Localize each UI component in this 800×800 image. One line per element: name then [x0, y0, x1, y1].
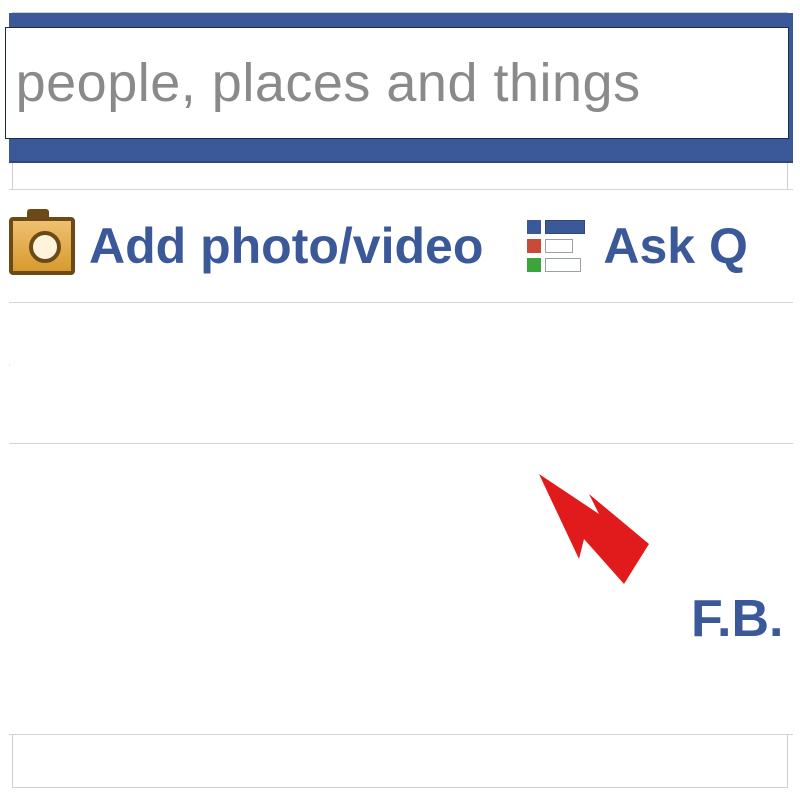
composer-footer: F.B. [9, 444, 793, 735]
status-input[interactable]: d? [9, 303, 793, 444]
search-box[interactable] [5, 27, 789, 139]
top-nav-bar [9, 13, 793, 163]
status-composer: Add photo/video Ask Q d? F.B. [9, 189, 793, 735]
camera-icon [9, 217, 75, 275]
poll-icon [527, 220, 589, 272]
red-arrow-icon [529, 474, 659, 584]
search-input[interactable] [6, 52, 788, 114]
fb-purity-link[interactable]: F.B. [691, 589, 783, 649]
screenshot-frame: Add photo/video Ask Q d? F.B. [12, 12, 788, 788]
ask-question-tab[interactable]: Ask Q [527, 217, 748, 275]
ask-question-label: Ask Q [603, 217, 748, 275]
add-photo-label: Add photo/video [89, 217, 483, 275]
composer-tabs: Add photo/video Ask Q [9, 189, 793, 303]
add-photo-video-tab[interactable]: Add photo/video [9, 217, 483, 275]
